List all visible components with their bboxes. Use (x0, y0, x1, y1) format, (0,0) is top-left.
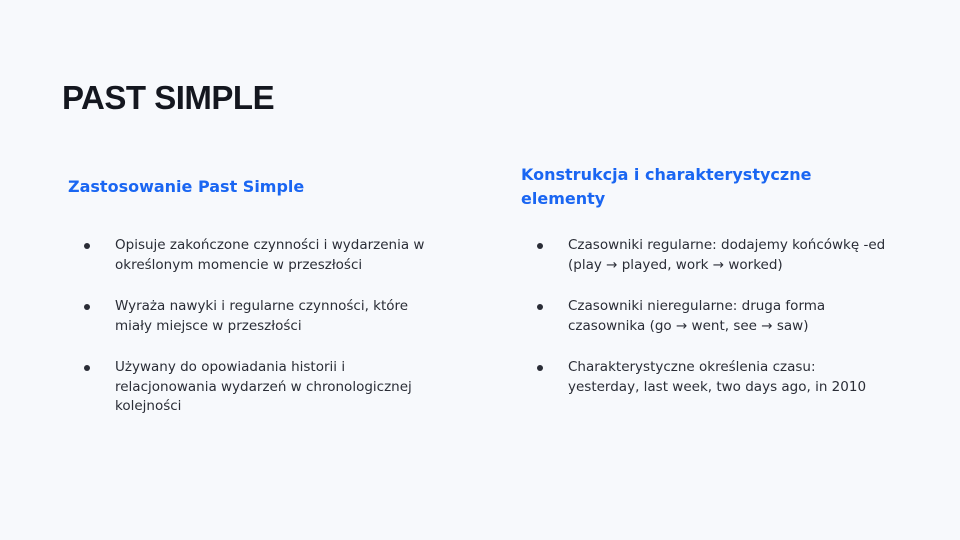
construction-list: Czasowniki regularne: dodajemy końcówkę … (521, 236, 888, 419)
construction-heading: Konstrukcja i charakterystyczne elementy (521, 165, 812, 208)
list-item-text: Czasowniki regularne: dodajemy końcówkę … (568, 237, 886, 273)
list-item: Charakterystyczne określenia czasu: yest… (521, 358, 888, 397)
bullet-icon (84, 365, 90, 371)
bullet-icon (84, 243, 90, 249)
list-item-text: Czasowniki nieregularne: druga forma cza… (568, 298, 826, 334)
bullet-icon (537, 365, 543, 371)
list-item: Czasowniki nieregularne: druga forma cza… (521, 297, 888, 336)
list-item: Wyraża nawyki i regularne czynności, któ… (68, 297, 445, 336)
list-item-text: Charakterystyczne określenia czasu: yest… (568, 359, 867, 395)
list-item-text: Wyraża nawyki i regularne czynności, któ… (115, 298, 409, 334)
list-item-text: Opisuje zakończone czynności i wydarzeni… (115, 237, 425, 273)
bullet-icon (537, 243, 543, 249)
bullet-icon (537, 304, 543, 310)
usage-list: Opisuje zakończone czynności i wydarzeni… (68, 236, 445, 439)
list-item: Czasowniki regularne: dodajemy końcówkę … (521, 236, 888, 275)
usage-heading: Zastosowanie Past Simple (68, 177, 305, 196)
bullet-icon (84, 304, 90, 310)
list-item: Używany do opowiadania historii i relacj… (68, 358, 445, 417)
slide-title: PAST SIMPLE (62, 79, 275, 116)
list-item: Opisuje zakończone czynności i wydarzeni… (68, 236, 445, 275)
list-item-text: Używany do opowiadania historii i relacj… (115, 359, 412, 414)
construction-column: Konstrukcja i charakterystyczne elementy… (521, 163, 891, 395)
usage-column: Zastosowanie Past Simple Opisuje zakończ… (68, 175, 448, 414)
